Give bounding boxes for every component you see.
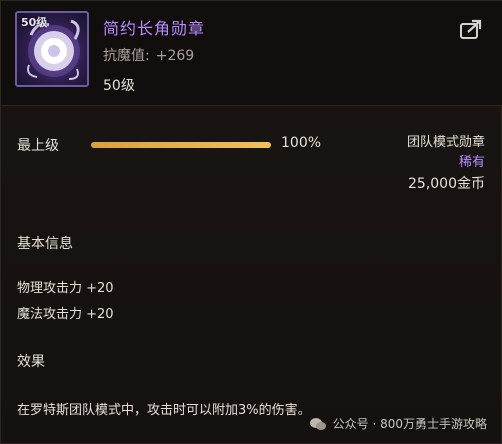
item-mode: 团队模式勋章 [406, 135, 485, 150]
required-level: 50级 [103, 78, 135, 94]
effect-title: 效果 [17, 354, 45, 370]
item-tooltip: 50级 简约长角勋章 抗魔值: +269 50级 最上级 100% 团队模式勋章 … [0, 0, 502, 444]
share-button[interactable] [459, 19, 483, 41]
stat-magic-attack: 魔法攻击力 +20 [17, 307, 114, 322]
watermark-text: 公众号 · 800万勇士手游攻略 [332, 417, 487, 431]
effect-description: 在罗特斯团队模式中，攻击时可以附加3%的伤害。 [17, 403, 311, 418]
item-icon-frame: 50级 [15, 11, 89, 87]
item-rarity: 稀有 [458, 155, 485, 170]
item-level-badge: 50级 [21, 16, 48, 29]
magic-resist-label: 抗魔值: [103, 48, 150, 64]
item-price: 25,000金币 [408, 176, 485, 192]
item-info-column: 团队模式勋章 稀有 25,000金币 [407, 133, 485, 195]
item-header: 50级 简约长角勋章 抗魔值: +269 50级 [1, 1, 502, 105]
basic-info-title: 基本信息 [17, 236, 73, 252]
upgrade-progress-bar [91, 142, 271, 148]
wechat-icon [309, 417, 326, 430]
magic-resist-line: 抗魔值: +269 [103, 45, 194, 65]
upgrade-percent: 100% [281, 135, 322, 151]
item-name: 简约长角勋章 [103, 19, 206, 38]
share-icon [460, 19, 482, 39]
upgrade-progress-fill [91, 142, 271, 148]
upgrade-label: 最上级 [17, 138, 59, 154]
stat-physical-attack: 物理攻击力 +20 [17, 281, 114, 296]
magic-resist-value: +269 [155, 48, 195, 64]
watermark: 公众号 · 800万勇士手游攻略 [309, 415, 487, 432]
divider [1, 105, 502, 106]
